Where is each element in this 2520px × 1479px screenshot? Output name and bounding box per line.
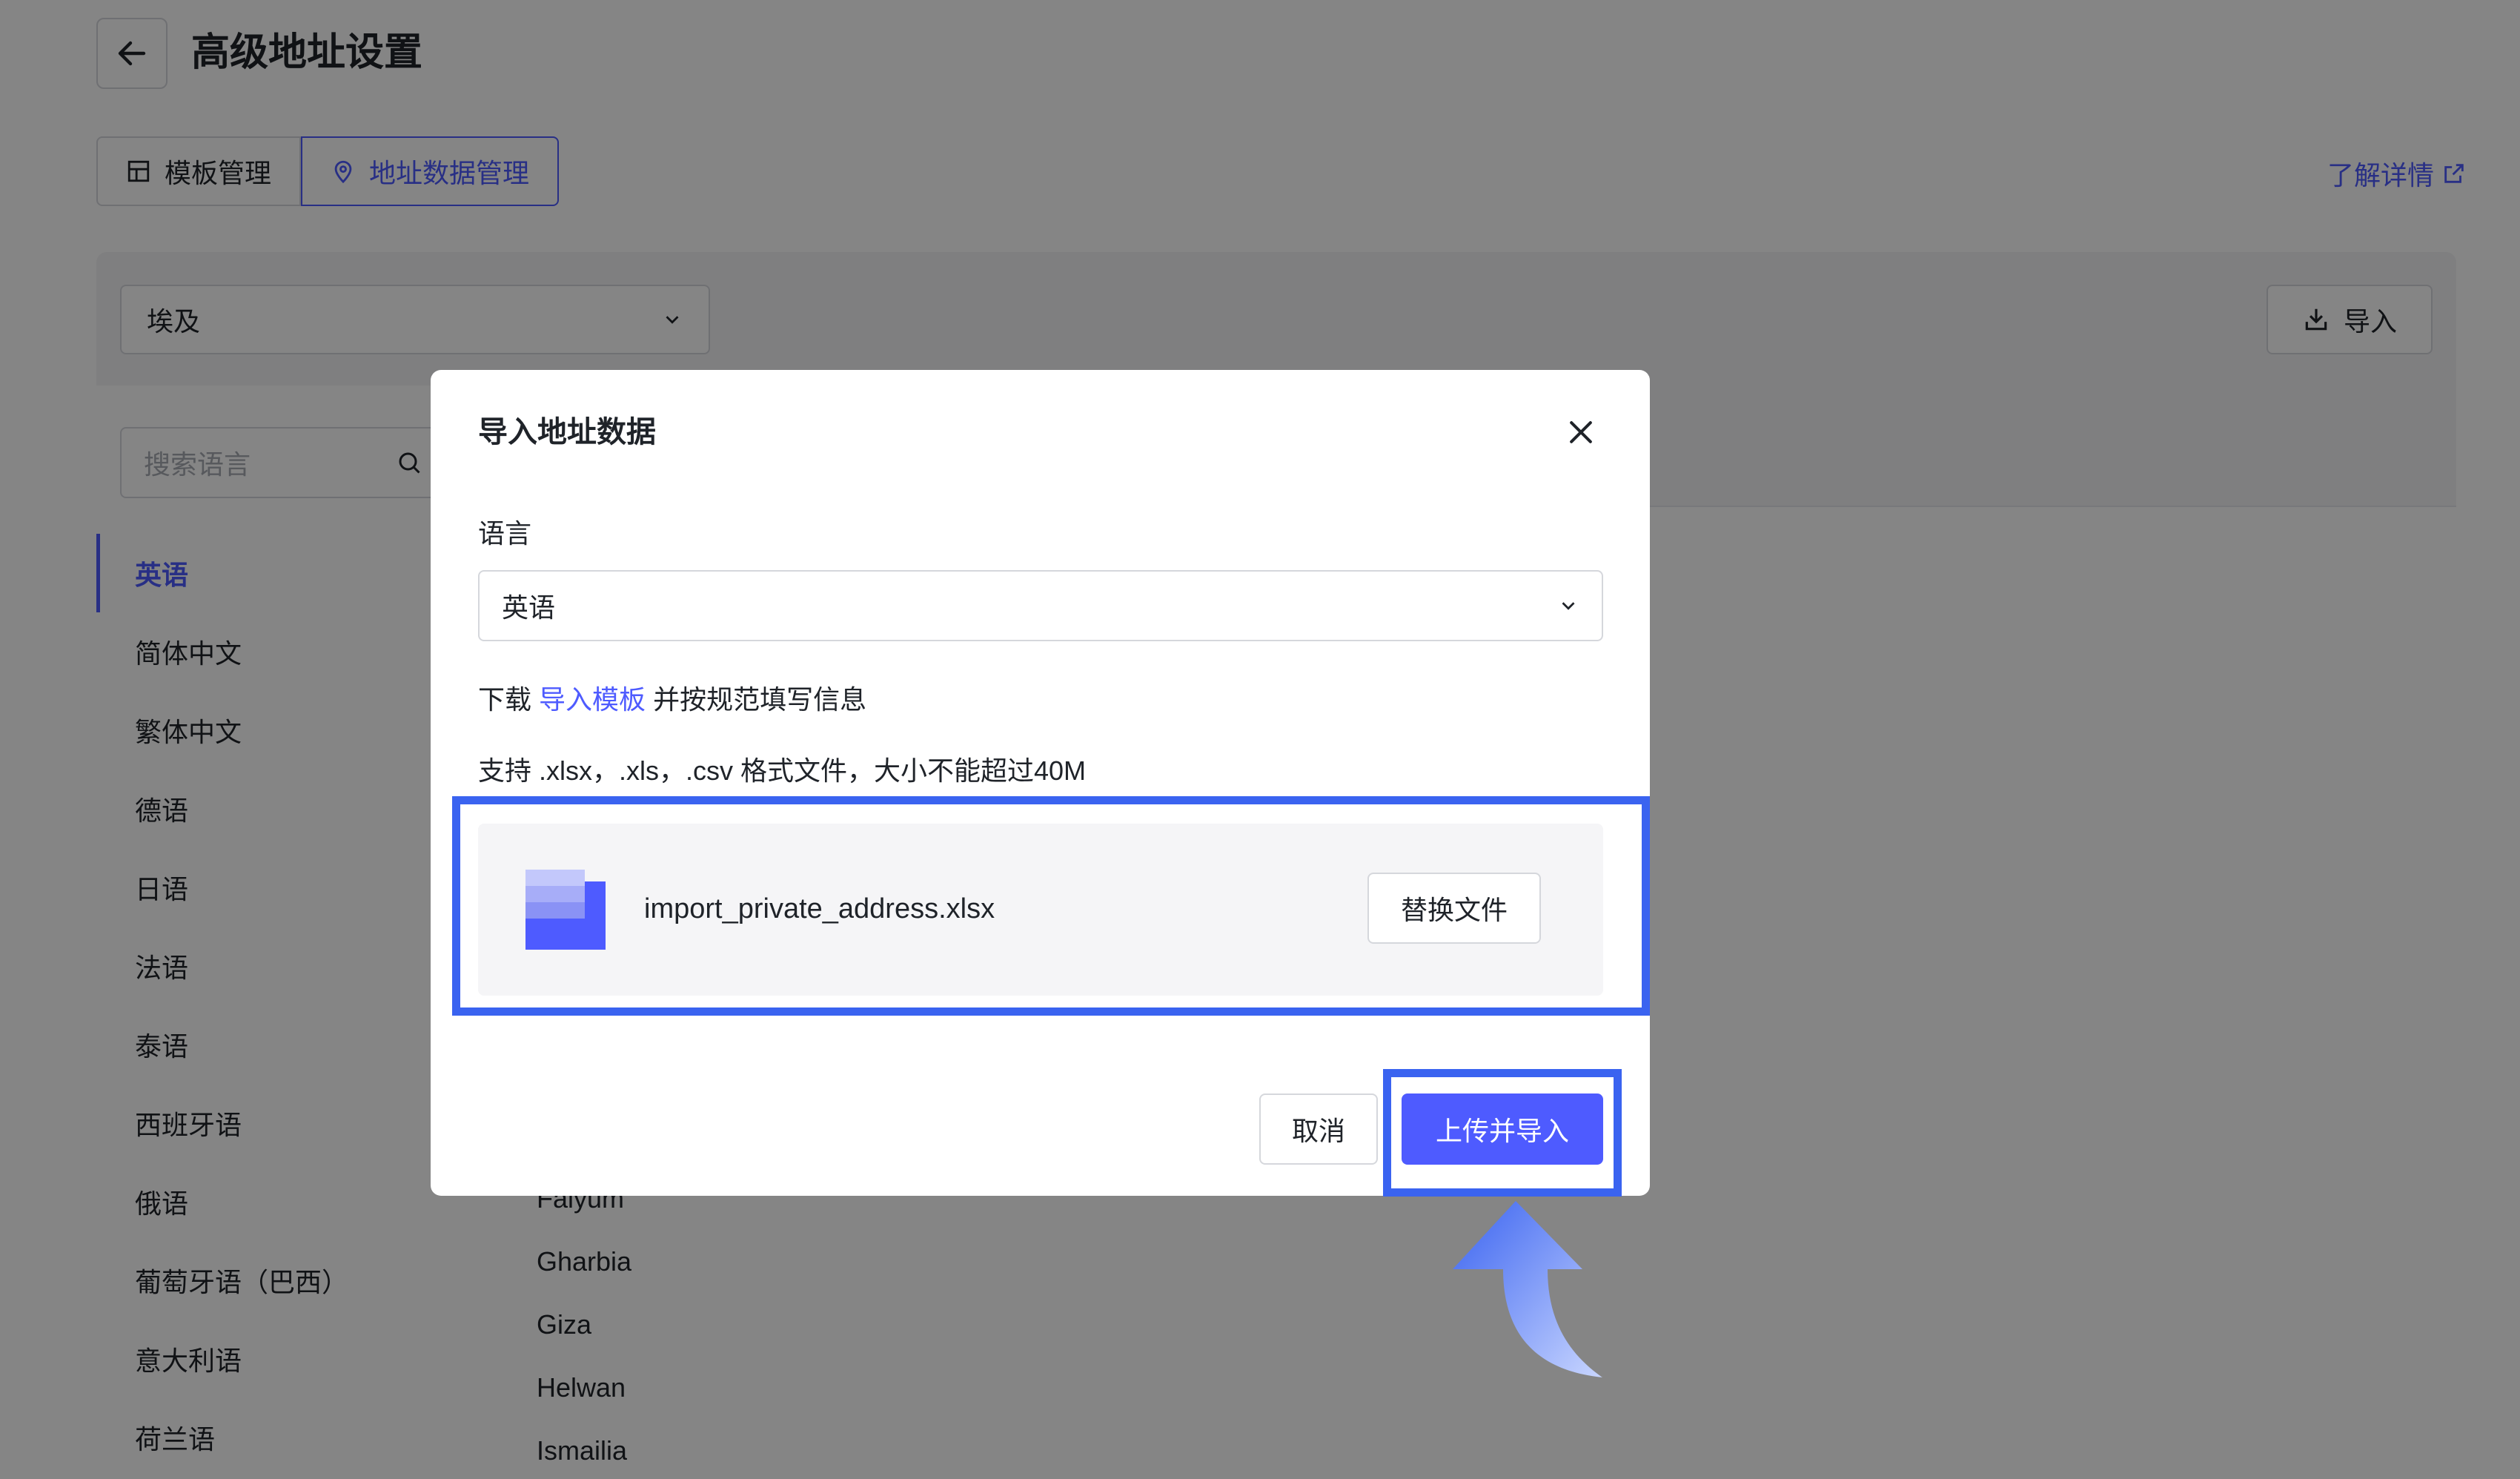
language-field-label: 语言 <box>478 518 532 549</box>
dialog-title: 导入地址数据 <box>478 416 656 449</box>
cancel-button[interactable]: 取消 <box>1259 1093 1378 1165</box>
download-suffix: 并按规范填写信息 <box>653 684 867 715</box>
curved-arrow-up-icon <box>1453 1201 1602 1377</box>
import-template-link[interactable]: 导入模板 <box>539 684 646 715</box>
file-format-hint: 支持 .xlsx，.xls，.csv 格式文件，大小不能超过40M <box>478 755 1087 786</box>
download-prefix: 下载 <box>478 684 532 715</box>
upload-button-highlight <box>1383 1069 1622 1197</box>
close-icon <box>1570 421 1592 443</box>
close-button[interactable] <box>1559 410 1603 454</box>
language-select[interactable]: 英语 <box>478 570 1603 641</box>
chevron-down-icon <box>1562 602 1575 610</box>
download-template-line: 下载 导入模板 并按规范填写信息 <box>478 681 866 718</box>
language-select-value: 英语 <box>502 592 556 623</box>
file-card-highlight <box>452 796 1650 1016</box>
